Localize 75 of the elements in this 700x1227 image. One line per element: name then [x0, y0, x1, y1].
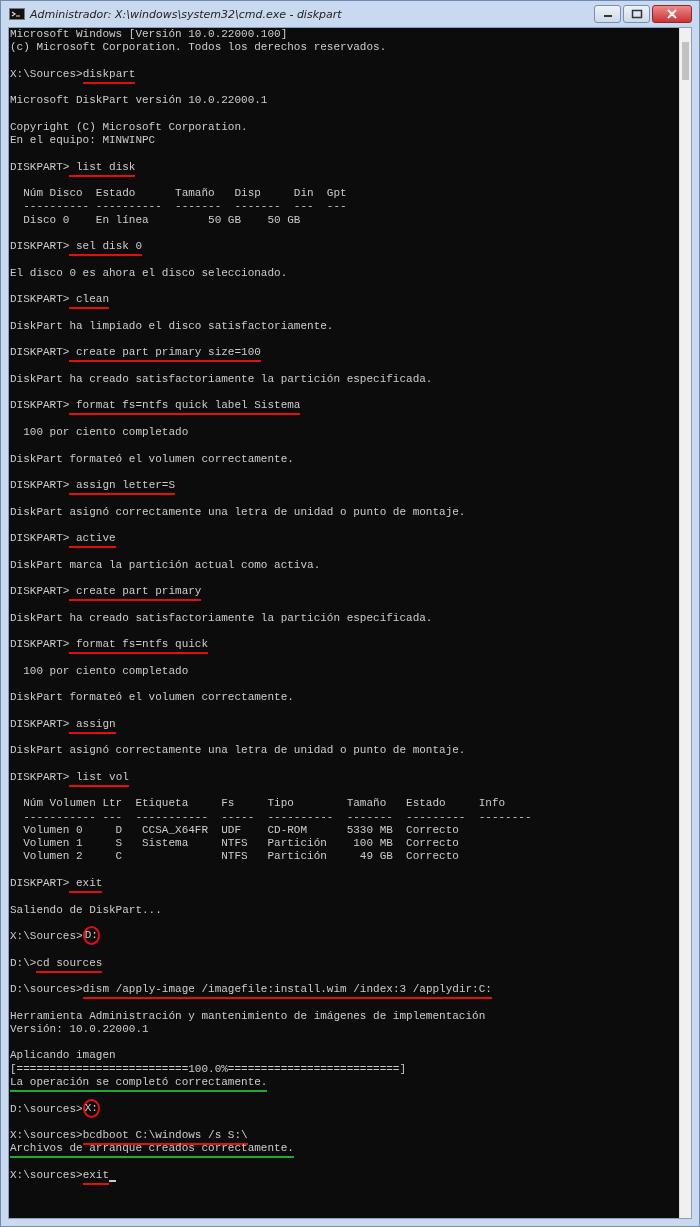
- command-text: assign: [69, 717, 116, 734]
- command-text: format fs=ntfs quick: [69, 638, 209, 655]
- prompt-text: D:\sources>: [10, 983, 83, 997]
- output-line: Herramienta Administración y mantenimiento de imágenes de implementación: [10, 1009, 486, 1023]
- prompt-text: X:\Sources>: [10, 930, 83, 944]
- command-text: sel disk 0: [69, 240, 143, 257]
- prompt-text: D:\>: [10, 956, 37, 970]
- output-line: Núm Disco Estado Tamaño Disp Din Gpt: [22, 187, 347, 201]
- prompt-text: DISKPART>: [10, 585, 70, 599]
- prompt-text: DISKPART>: [10, 877, 70, 891]
- output-line: El disco 0 es ahora el disco seleccionado.: [10, 266, 288, 281]
- command-text: list disk: [69, 160, 136, 177]
- output-line: (c) Microsoft Corporation. Todos los derechos reservados.: [10, 41, 387, 55]
- prompt-text: X:\sources>: [10, 1129, 83, 1143]
- prompt-text: DISKPART>: [10, 479, 70, 493]
- output-line: Microsoft Windows [Versión 10.0.22000.100]: [10, 28, 288, 42]
- output-line: Copyright (C) Microsoft Corporation.: [10, 120, 248, 135]
- output-line: DiskPart asignó correctamente una letra de unidad o punto de montaje.: [10, 505, 466, 519]
- output-line: DiskPart formateó el volumen correctamente.: [10, 691, 294, 705]
- output-line: 100 por ciento completado: [22, 425, 189, 440]
- command-text: diskpart: [82, 67, 136, 84]
- output-line: Volumen 0 D CCSA_X64FR UDF CD-ROM 5330 MB Correcto: [22, 823, 459, 838]
- window-title: Administrador: X:\windows\system32\cmd.exe - diskpart: [30, 7, 343, 21]
- prompt-text: DISKPART>: [10, 346, 70, 360]
- output-line: DiskPart asignó correctamente una letra de unidad o punto de montaje.: [10, 744, 466, 758]
- output-line: DiskPart ha creado satisfactoriamente la partición especificada.: [10, 611, 433, 625]
- output-line: Volumen 2 C NTFS Partición 49 GB Correcto: [22, 850, 459, 864]
- command-text: active: [69, 532, 116, 549]
- command-text: dism /apply-image /imagefile:install.wim /index:3 /applydir:C:: [82, 983, 492, 1000]
- output-line: DiskPart ha limpiado el disco satisfactoriamente.: [10, 319, 334, 334]
- output-line: Aplicando imagen: [10, 1049, 116, 1063]
- output-line: 100 por ciento completado: [22, 664, 189, 678]
- output-line: Versión: 10.0.22000.1: [10, 1022, 149, 1037]
- prompt-text: X:\Sources>: [10, 67, 83, 82]
- command-text: D:: [82, 926, 100, 946]
- command-text: exit: [69, 877, 103, 893]
- prompt-text: DISKPART>: [10, 240, 70, 254]
- command-text: create part primary: [69, 585, 202, 602]
- output-line: DiskPart formateó el volumen correctamente.: [10, 452, 294, 466]
- command-text: assign letter=S: [69, 479, 176, 496]
- prompt-text: D:\sources>: [10, 1102, 83, 1116]
- output-line: La operación se completó correctamente.: [10, 1076, 268, 1092]
- output-line: DiskPart marca la partición actual como activa.: [10, 558, 321, 572]
- output-line: ----------- --- ----------- ----- ---------- ------- --------- --------: [22, 810, 532, 824]
- output-line: [==========================100.0%==========================]: [10, 1062, 407, 1076]
- command-text: clean: [69, 293, 110, 310]
- command-text: X:: [82, 1098, 100, 1118]
- prompt-text: DISKPART>: [10, 293, 70, 307]
- prompt-text: DISKPART>: [10, 532, 70, 546]
- output-line: Microsoft DiskPart versión 10.0.22000.1: [10, 94, 268, 108]
- command-text: create part primary size=100: [69, 346, 261, 363]
- prompt-text: X:\sources>: [10, 1168, 83, 1183]
- output-line: Núm Volumen Ltr Etiqueta Fs Tipo Tamaño Estado Info: [22, 797, 506, 811]
- maximize-icon: [630, 9, 643, 19]
- prompt-text: DISKPART>: [10, 770, 70, 785]
- close-icon: [667, 9, 677, 19]
- prompt-text: DISKPART>: [10, 717, 70, 732]
- scrollbar[interactable]: [679, 28, 691, 1218]
- command-text: exit: [82, 1168, 110, 1185]
- output-line: En el equipo: MINWINPC: [10, 134, 156, 148]
- output-line: Volumen 1 S Sistema NTFS Partición 100 MB Correcto: [22, 837, 459, 851]
- console-icon: [9, 8, 25, 20]
- output-line: ---------- ---------- ------- ------- --- ---: [22, 200, 347, 214]
- output-line: Saliendo de DiskPart...: [10, 903, 162, 917]
- prompt-text: DISKPART>: [10, 160, 70, 174]
- prompt-text: DISKPART>: [10, 399, 70, 413]
- prompt-text: DISKPART>: [10, 638, 70, 652]
- close-button[interactable]: [652, 5, 692, 23]
- maximize-button[interactable]: [623, 5, 650, 23]
- command-text: cd sources: [36, 956, 103, 973]
- output-line: Disco 0 En línea 50 GB 50 GB: [22, 213, 301, 227]
- command-text: list vol: [69, 770, 129, 787]
- output-line: DiskPart ha creado satisfactoriamente la partición especificada.: [10, 372, 433, 387]
- minimize-button[interactable]: [594, 5, 621, 23]
- command-text: format fs=ntfs quick label Sistema: [69, 399, 301, 416]
